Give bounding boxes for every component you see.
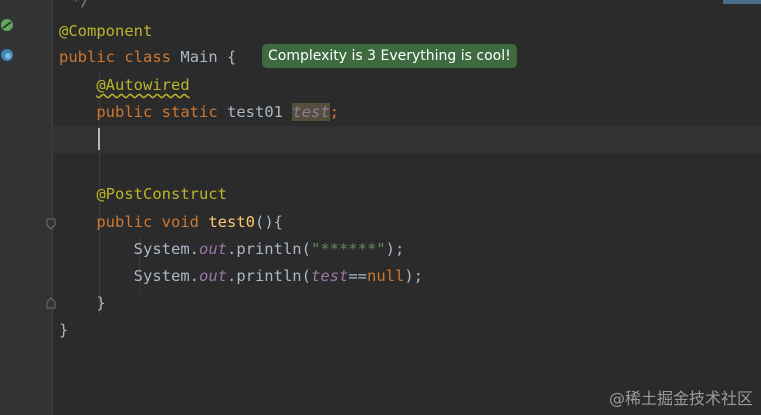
code-line-2: public class Main { bbox=[59, 48, 237, 66]
watermark: @稀土掘金技术社区 bbox=[608, 389, 753, 408]
code-line-7: public void test0(){ bbox=[96, 213, 284, 231]
complexity-hint-badge: Complexity is 3 Everything is cool! bbox=[262, 44, 517, 68]
spring-bean-icon[interactable] bbox=[0, 18, 14, 32]
code-line-10: } bbox=[96, 294, 106, 312]
code-line-6: @PostConstruct bbox=[96, 185, 227, 203]
current-line-highlight bbox=[53, 126, 761, 153]
test-field: test bbox=[292, 103, 330, 121]
editor-gutter bbox=[0, 0, 56, 415]
text-caret bbox=[98, 128, 100, 150]
code-line-3: @Autowired bbox=[59, 72, 190, 98]
code-line-4: public static test01 test; bbox=[96, 103, 340, 121]
web-globe-icon[interactable] bbox=[0, 48, 14, 62]
code-line-11: } bbox=[59, 321, 69, 339]
code-line-8: System.out.println("******"); bbox=[133, 240, 405, 258]
autowired-annotation: @Autowired bbox=[96, 76, 190, 94]
comment-tail: */ bbox=[71, 0, 90, 10]
scroll-marker[interactable] bbox=[723, 0, 761, 4]
code-line-1: @Component bbox=[59, 22, 153, 40]
code-line-9: System.out.println(test==null); bbox=[133, 267, 423, 285]
